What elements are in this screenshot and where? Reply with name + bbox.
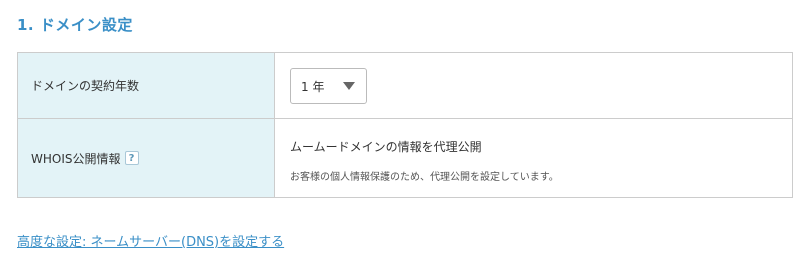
- help-icon[interactable]: ?: [124, 151, 139, 165]
- whois-label: WHOIS公開情報: [31, 151, 121, 166]
- contract-years-label: ドメインの契約年数: [18, 53, 275, 118]
- whois-option-title: ムームードメインの情報を代理公開: [290, 140, 482, 154]
- whois-option-description: お客様の個人情報保護のため、代理公開を設定しています。: [290, 172, 559, 183]
- whois-value-cell: ムームードメインの情報を代理公開 お客様の個人情報保護のため、代理公開を設定して…: [275, 119, 792, 197]
- contract-years-select[interactable]: 1 年: [290, 68, 367, 104]
- caret-down-icon: [343, 82, 355, 90]
- section-title: 1. ドメイン設定: [17, 16, 133, 34]
- domain-settings-table: ドメインの契約年数 1 年 WHOIS公開情報 ? ムームードメインの情報を代理…: [17, 52, 793, 198]
- dns-settings-link[interactable]: 高度な設定: ネームサーバー(DNS)を設定する: [17, 231, 284, 250]
- contract-years-value-cell: 1 年: [275, 53, 792, 118]
- contract-years-select-value: 1 年: [301, 79, 325, 94]
- contract-years-row: ドメインの契約年数 1 年: [18, 53, 792, 119]
- whois-row: WHOIS公開情報 ? ムームードメインの情報を代理公開 お客様の個人情報保護の…: [18, 119, 792, 197]
- whois-label-cell: WHOIS公開情報 ?: [18, 119, 275, 197]
